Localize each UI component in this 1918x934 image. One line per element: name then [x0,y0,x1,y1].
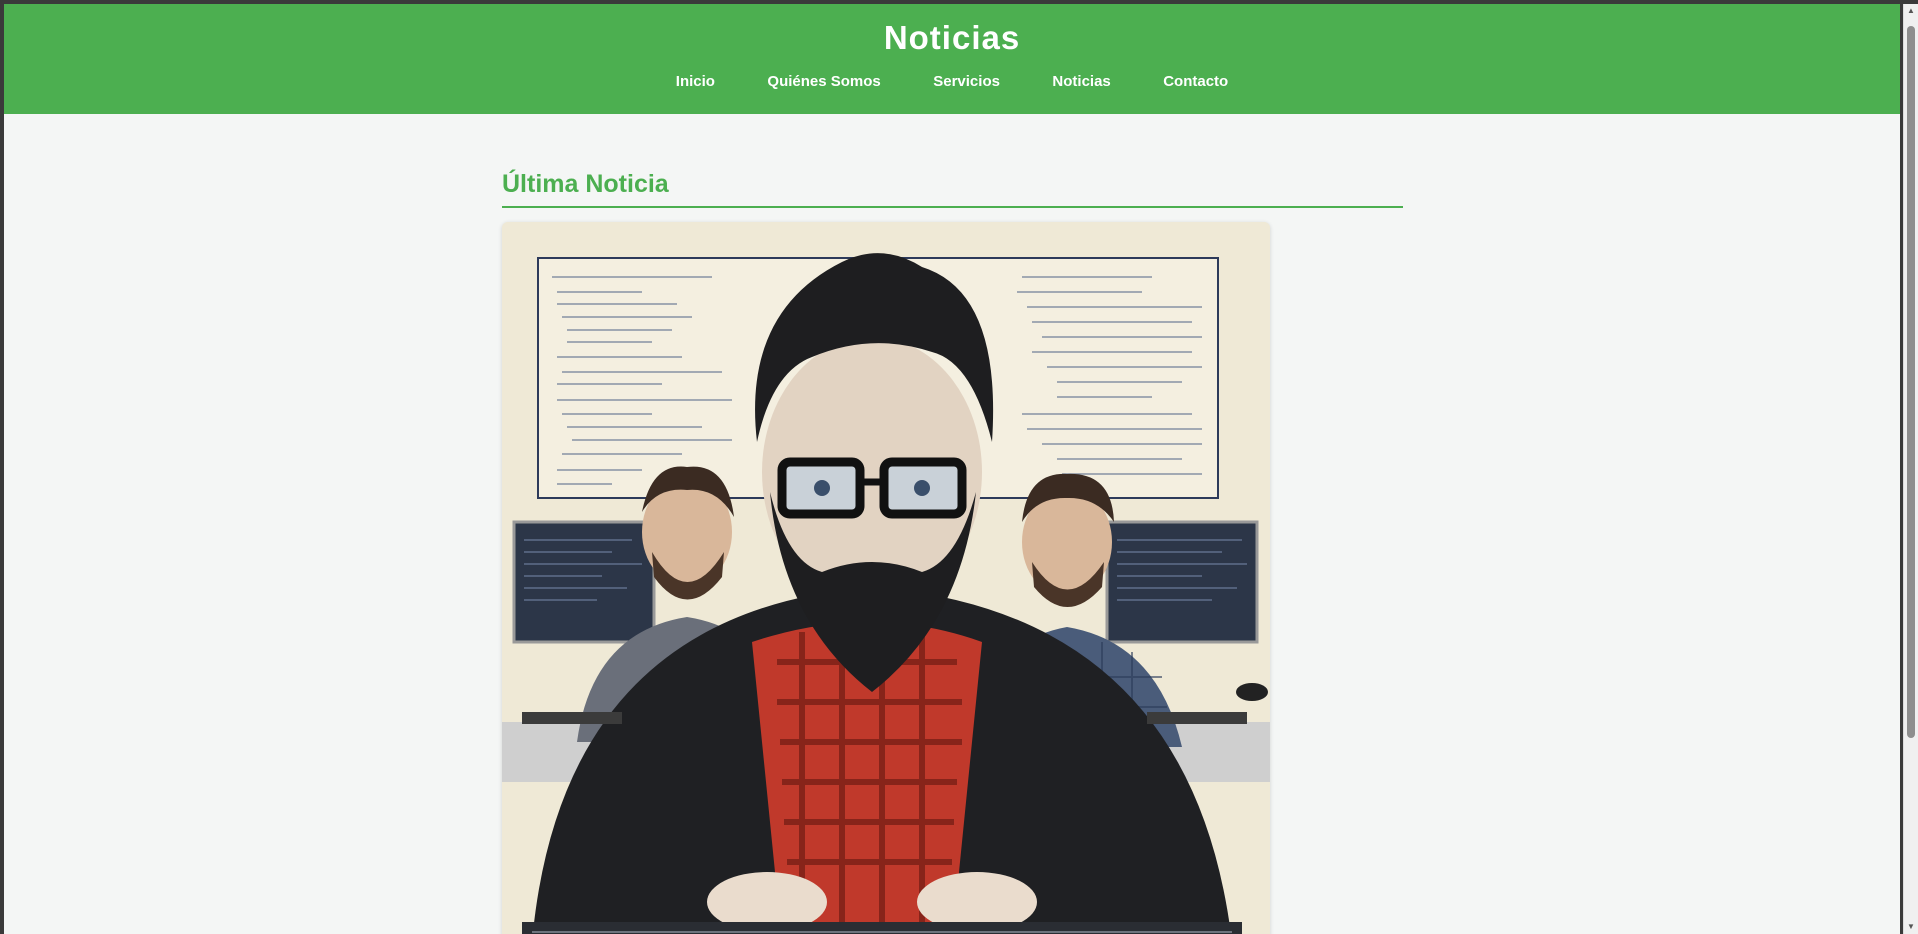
nav-link-inicio[interactable]: Inicio [676,73,715,90]
nav-link-contacto[interactable]: Contacto [1163,73,1228,90]
site-header: Noticias Inicio Quiénes Somos Servicios … [4,4,1900,114]
site-title: Noticias [883,19,1021,56]
scroll-down-arrow-icon[interactable]: ▼ [1904,920,1918,934]
section-title: Última Noticia [502,170,1403,208]
browser-viewport: Noticias Inicio Quiénes Somos Servicios … [4,4,1900,934]
main-nav: Inicio Quiénes Somos Servicios Noticias … [4,73,1900,91]
programmers-illustration [502,222,1270,934]
main-content: Última Noticia [502,114,1403,934]
scroll-thumb[interactable] [1907,26,1915,738]
nav-link-servicios[interactable]: Servicios [933,73,1000,90]
vertical-scrollbar[interactable]: ▲ ▼ [1903,4,1918,934]
nav-link-noticias[interactable]: Noticias [1052,73,1110,90]
news-image[interactable] [502,222,1270,934]
nav-link-quienes-somos[interactable]: Quiénes Somos [767,73,880,90]
scroll-up-arrow-icon[interactable]: ▲ [1904,4,1918,18]
